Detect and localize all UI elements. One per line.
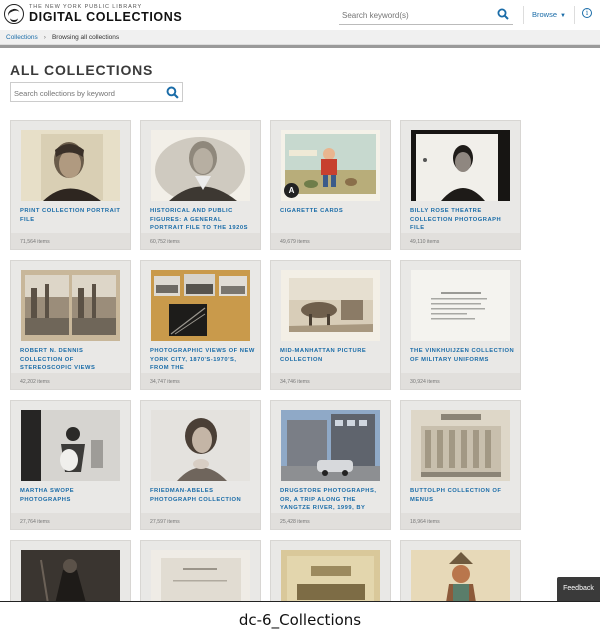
info-icon[interactable]: i <box>582 8 592 18</box>
collection-item-count: 27,764 items <box>20 519 50 525</box>
collection-thumbnail: A <box>281 130 380 201</box>
keyword-search <box>339 5 513 25</box>
screenshot-caption: dc-6_Collections <box>0 601 600 640</box>
collection-item-count: 42,202 items <box>20 379 50 385</box>
collection-card[interactable] <box>10 540 131 601</box>
collection-title[interactable]: Martha Swope photographs <box>20 487 126 513</box>
collection-title[interactable]: Drugstore photographs, or, a trip along … <box>280 487 386 513</box>
collection-thumbnail <box>411 270 510 341</box>
collection-item-count: 27,597 items <box>150 519 180 525</box>
collection-thumbnail <box>21 270 120 341</box>
collection-item-count: 71,564 items <box>20 239 50 245</box>
collection-title[interactable]: Friedman-Abeles photograph collection <box>150 487 256 513</box>
collection-thumbnail <box>151 270 250 341</box>
collection-item-count: 60,752 items <box>150 239 180 245</box>
collection-thumbnail <box>21 550 120 601</box>
browser-viewport: THE NEW YORK PUBLIC LIBRARY DIGITAL COLL… <box>0 0 600 601</box>
collection-thumbnail <box>21 410 120 481</box>
breadcrumb: Collections › Browsing all collections <box>0 30 600 45</box>
collection-card[interactable]: Photographic views of New York City, 187… <box>140 260 261 390</box>
collection-card[interactable]: The Vinkhuijzen collection of military u… <box>400 260 521 390</box>
collection-item-count: 18,964 items <box>410 519 440 525</box>
chevron-right-icon: › <box>43 34 46 41</box>
collection-title[interactable]: Mid-Manhattan Picture Collection <box>280 347 386 373</box>
collection-card[interactable]: Buttolph collection of menus 18,964 item… <box>400 400 521 530</box>
chevron-down-icon: ▼ <box>560 13 566 19</box>
site-header: THE NEW YORK PUBLIC LIBRARY DIGITAL COLL… <box>0 0 600 30</box>
header-divider <box>574 6 575 24</box>
collection-card[interactable]: Billy Rose Theatre Collection photograph… <box>400 120 521 250</box>
header-divider <box>523 6 524 24</box>
collection-title[interactable]: Buttolph collection of menus <box>410 487 516 513</box>
collection-thumbnail <box>281 550 380 601</box>
browse-label: Browse <box>532 10 558 19</box>
collection-item-count: 34,747 items <box>150 379 180 385</box>
collection-thumbnail <box>411 410 510 481</box>
browse-menu[interactable]: Browse ▼ <box>532 10 566 19</box>
header-rule <box>0 45 600 48</box>
collection-thumbnail <box>281 410 380 481</box>
collection-card[interactable]: Mid-Manhattan Picture Collection 34,746 … <box>270 260 391 390</box>
collection-card[interactable]: A Cigarette cards 49,679 items <box>270 120 391 250</box>
collection-thumbnail <box>151 550 250 601</box>
badge-icon: A <box>284 183 299 198</box>
collection-item-count: 30,924 items <box>410 379 440 385</box>
search-icon[interactable] <box>166 86 179 99</box>
collection-card[interactable]: Print collection portrait file 71,564 it… <box>10 120 131 250</box>
lion-logo-icon <box>4 4 24 24</box>
collection-title[interactable]: The Vinkhuijzen collection of military u… <box>410 347 516 373</box>
collection-thumbnail <box>411 550 510 601</box>
collection-title[interactable]: Billy Rose Theatre Collection photograph… <box>410 207 516 233</box>
collection-card[interactable]: Martha Swope photographs 27,764 items <box>10 400 131 530</box>
breadcrumb-collections[interactable]: Collections <box>6 34 38 41</box>
search-icon[interactable] <box>497 8 509 20</box>
collection-item-count: 49,679 items <box>280 239 310 245</box>
collection-card[interactable]: Historical and public figures: a general… <box>140 120 261 250</box>
collection-search <box>10 82 183 103</box>
collection-title[interactable]: Print collection portrait file <box>20 207 126 233</box>
collection-title[interactable]: Robert N. Dennis collection of stereosco… <box>20 347 126 373</box>
collection-title[interactable]: Cigarette cards <box>280 207 386 233</box>
collection-title[interactable]: Photographic views of New York City, 187… <box>150 347 256 373</box>
logo-title: DIGITAL COLLECTIONS <box>29 10 183 24</box>
collection-item-count: 34,746 items <box>280 379 310 385</box>
collection-item-count: 49,110 items <box>410 239 440 245</box>
collection-thumbnail <box>281 270 380 341</box>
collection-thumbnail <box>151 130 250 201</box>
collection-card[interactable] <box>270 540 391 601</box>
page-title: ALL COLLECTIONS <box>10 62 154 78</box>
collection-thumbnail <box>411 130 510 201</box>
feedback-button[interactable]: Feedback <box>557 577 600 601</box>
keyword-search-input[interactable] <box>339 6 489 25</box>
nypl-logo[interactable]: THE NEW YORK PUBLIC LIBRARY DIGITAL COLL… <box>4 4 182 24</box>
collection-card[interactable]: Drugstore photographs, or, a trip along … <box>270 400 391 530</box>
collection-thumbnail <box>21 130 120 201</box>
collection-title[interactable]: Historical and public figures: a general… <box>150 207 256 233</box>
collection-search-input[interactable] <box>11 84 161 103</box>
collection-card[interactable] <box>400 540 521 601</box>
collection-card[interactable] <box>140 540 261 601</box>
collection-card[interactable]: Robert N. Dennis collection of stereosco… <box>10 260 131 390</box>
breadcrumb-current: Browsing all collections <box>51 34 120 41</box>
collection-item-count: 25,428 items <box>280 519 310 525</box>
collection-thumbnail <box>151 410 250 481</box>
collection-card[interactable]: Friedman-Abeles photograph collection 27… <box>140 400 261 530</box>
